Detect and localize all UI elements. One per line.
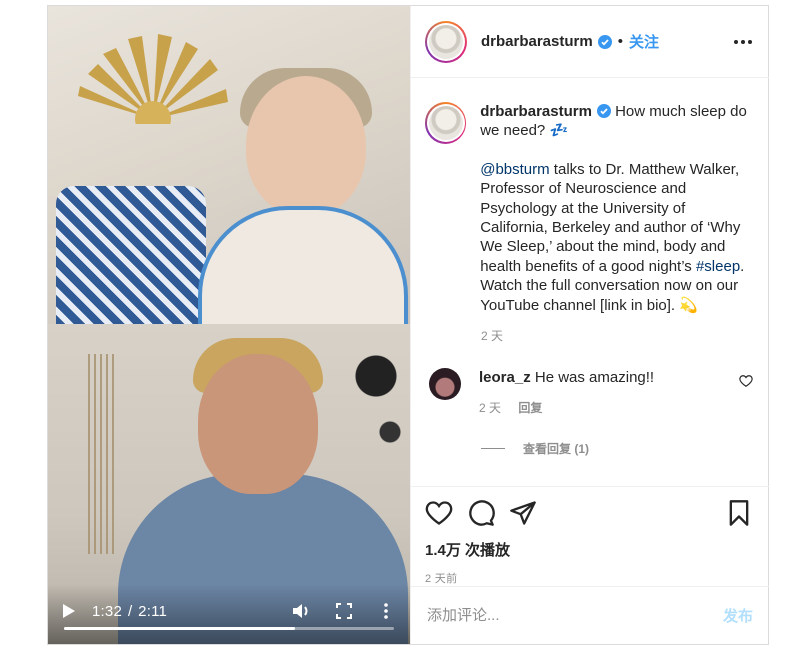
commenter-username[interactable]: leora_z xyxy=(479,369,531,386)
caption-text: drbarbarasturm How much sleep do we need… xyxy=(480,102,753,315)
comment-text: He was amazing!! xyxy=(534,369,655,387)
video-controls: 1:32 / 2:11 xyxy=(48,584,410,644)
fullscreen-icon[interactable] xyxy=(334,601,354,621)
comment-like-heart-icon[interactable] xyxy=(739,374,753,388)
video-progress-fill xyxy=(64,627,295,630)
caption-age: 2 天 xyxy=(481,329,504,344)
caption-username[interactable]: drbarbarasturm xyxy=(480,103,592,120)
video-frame-top xyxy=(48,6,410,324)
video-player[interactable]: 1:32 / 2:11 xyxy=(48,6,410,644)
verified-badge-icon xyxy=(596,104,611,118)
caption-avatar-image xyxy=(428,106,463,140)
post-header: drbarbarasturm • 关注 xyxy=(411,6,769,78)
more-vertical-icon[interactable] xyxy=(376,601,396,621)
comment-bubble-icon[interactable] xyxy=(467,499,495,527)
mention-link[interactable]: @bbsturm xyxy=(480,161,549,178)
share-send-icon[interactable] xyxy=(509,499,537,527)
more-options-icon[interactable] xyxy=(733,32,753,52)
avatar[interactable] xyxy=(425,20,467,63)
post-timestamp: 2 天前 xyxy=(425,573,458,585)
bookmark-icon[interactable] xyxy=(725,499,753,527)
verified-badge-icon xyxy=(597,34,612,49)
post-side-panel: drbarbarasturm • 关注 drbarbarasturm How m… xyxy=(410,6,769,644)
volume-icon[interactable] xyxy=(292,601,312,621)
ink-art-decor xyxy=(348,334,410,474)
comment-item: leora_z He was amazing!! 2 天 回复 xyxy=(425,368,753,418)
current-time: 1:32 xyxy=(92,602,122,620)
avatar-image xyxy=(429,24,463,59)
video-progress-bar[interactable] xyxy=(64,627,394,630)
dried-grass-decor xyxy=(88,354,118,554)
view-replies-line xyxy=(481,448,505,450)
woman-top xyxy=(198,206,408,324)
sunburst-mirror-decor xyxy=(78,34,228,124)
post-actions: 1.4万 次播放 2 天前 xyxy=(411,486,769,586)
caption-avatar[interactable] xyxy=(425,102,467,144)
like-heart-icon[interactable] xyxy=(425,499,453,527)
duration: 2:11 xyxy=(138,602,168,620)
view-count[interactable]: 1.4万 次播放 xyxy=(425,539,753,560)
comment-age: 2 天 xyxy=(479,401,502,416)
caption-area: drbarbarasturm How much sleep do we need… xyxy=(411,78,769,486)
patterned-sofa xyxy=(56,186,206,324)
add-comment-bar: 发布 xyxy=(411,586,769,644)
header-dot: • xyxy=(617,33,623,50)
reply-button[interactable]: 回复 xyxy=(518,401,542,415)
play-icon[interactable] xyxy=(62,603,76,619)
post-comment-button[interactable]: 发布 xyxy=(723,605,753,626)
man-face xyxy=(198,354,318,494)
commenter-avatar[interactable] xyxy=(429,368,461,401)
view-replies-label: 查看回复 (1) xyxy=(523,442,590,457)
comment-input[interactable] xyxy=(427,607,723,624)
hashtag-link[interactable]: #sleep xyxy=(696,258,740,275)
woman-face xyxy=(246,76,366,216)
time-separator: / xyxy=(128,602,133,620)
header-username[interactable]: drbarbarasturm xyxy=(481,33,593,50)
follow-button[interactable]: 关注 xyxy=(629,31,659,52)
instagram-post: 1:32 / 2:11 drbarbarasturm • 关注 drbarbar… xyxy=(47,5,769,645)
view-replies-button[interactable]: 查看回复 (1) xyxy=(481,440,753,457)
